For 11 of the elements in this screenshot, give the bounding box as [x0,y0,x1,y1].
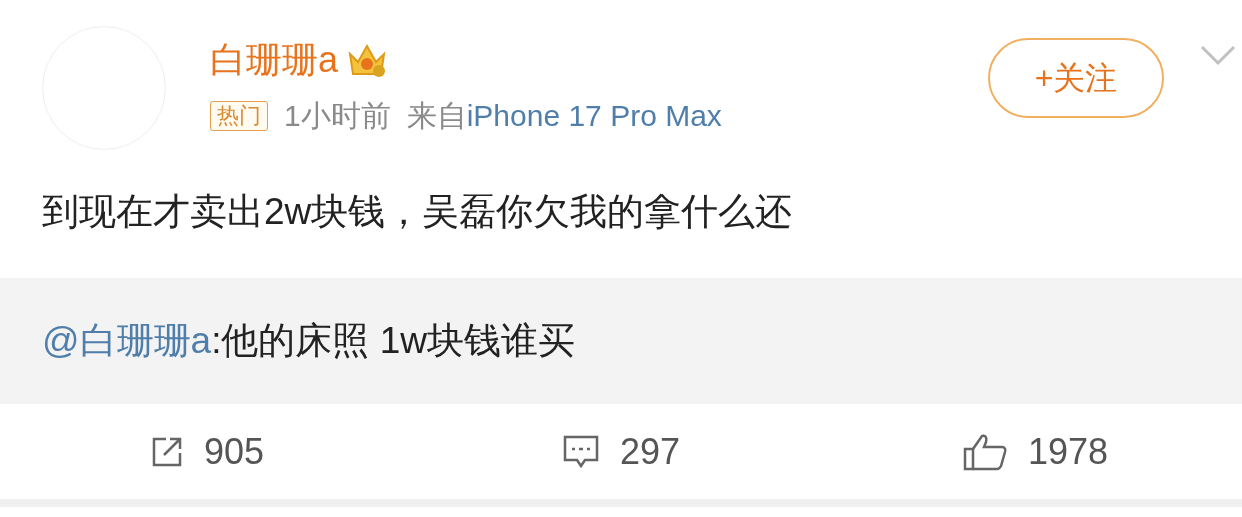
source-device[interactable]: iPhone 17 Pro Max [466,96,722,136]
hot-tag: 热门 [210,101,268,131]
source-label: 来自 [406,98,467,134]
like-count[interactable]: 1978 [1027,424,1109,479]
post-text: 到现在才卖出2w块钱，吴磊你欠我的拿什么还 [41,190,794,234]
mention-link[interactable]: @白珊珊a [42,320,212,361]
quoted-post-background[interactable]: @白珊珊a:他的床照 1w块钱谁买 [0,278,1242,404]
repost-count[interactable]: 905 [203,424,265,479]
quoted-text: @白珊珊a:他的床照 1w块钱谁买 [42,319,575,363]
post-time: 1小时前 [284,98,391,134]
comment-count[interactable]: 297 [619,424,681,479]
